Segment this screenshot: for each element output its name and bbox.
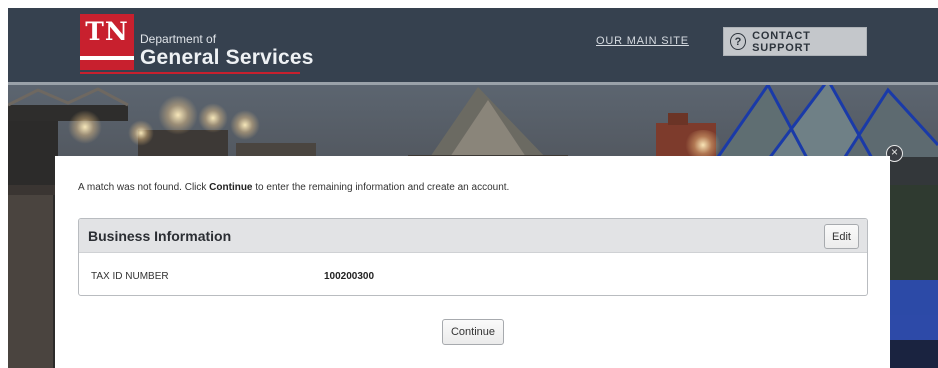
tn-logo-text: TN [85, 17, 129, 46]
message-text-before: A match was not found. Click [78, 182, 210, 193]
logo-wordmark: Department of General Services [140, 32, 314, 70]
street-light-glow [198, 103, 228, 133]
street-light-glow [68, 110, 102, 144]
business-information-title: Business Information [88, 228, 232, 244]
logo-general-services-line: General Services [140, 46, 314, 69]
contact-support-label: CONTACT SUPPORT [752, 29, 811, 54]
street-light-glow [230, 110, 260, 140]
dgs-logo[interactable]: TN Department of General Services [80, 14, 314, 74]
help-circle-icon: ? [730, 33, 747, 50]
message-text-after: to enter the remaining information and c… [252, 182, 510, 193]
edit-button[interactable]: Edit [824, 224, 859, 249]
logo-bar [80, 56, 134, 60]
match-not-found-message: A match was not found. Click Continue to… [78, 182, 509, 193]
street-light-glow [128, 120, 154, 146]
tax-id-label: TAX ID NUMBER [91, 271, 169, 282]
message-continue-emphasis: Continue [209, 182, 253, 193]
street-light-glow [158, 95, 198, 135]
match-not-found-dialog: A match was not found. Click Continue to… [55, 156, 890, 368]
tax-id-value: 100200300 [324, 271, 375, 282]
site-header: TN Department of General Services OUR MA… [8, 8, 938, 82]
continue-button[interactable]: Continue [442, 319, 504, 345]
business-information-panel: Business Information Edit TAX ID NUMBER … [78, 218, 868, 296]
logo-underline [80, 72, 300, 74]
logo-department-line: Department of [140, 32, 217, 46]
our-main-site-link[interactable]: OUR MAIN SITE [596, 35, 689, 47]
business-information-header: Business Information Edit [79, 219, 867, 253]
contact-support-button[interactable]: ? CONTACT SUPPORT [723, 27, 867, 56]
page: TN Department of General Services OUR MA… [8, 8, 938, 368]
tn-logo-mark: TN [80, 14, 134, 70]
